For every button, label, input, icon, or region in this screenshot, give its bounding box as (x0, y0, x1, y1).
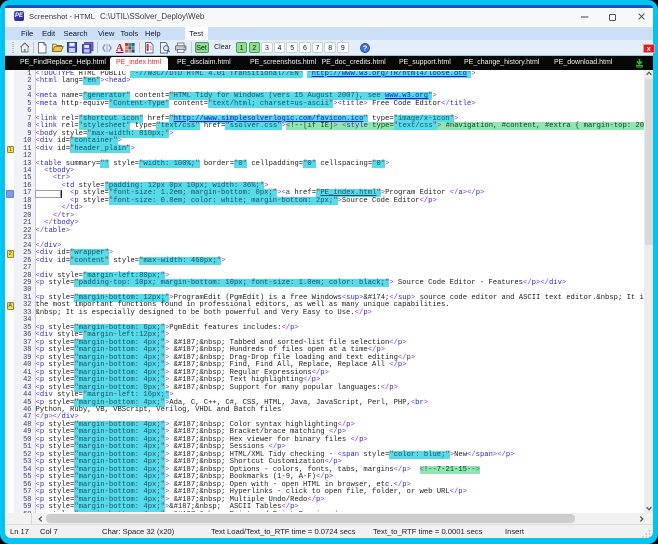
svg-text:?: ? (362, 43, 367, 52)
